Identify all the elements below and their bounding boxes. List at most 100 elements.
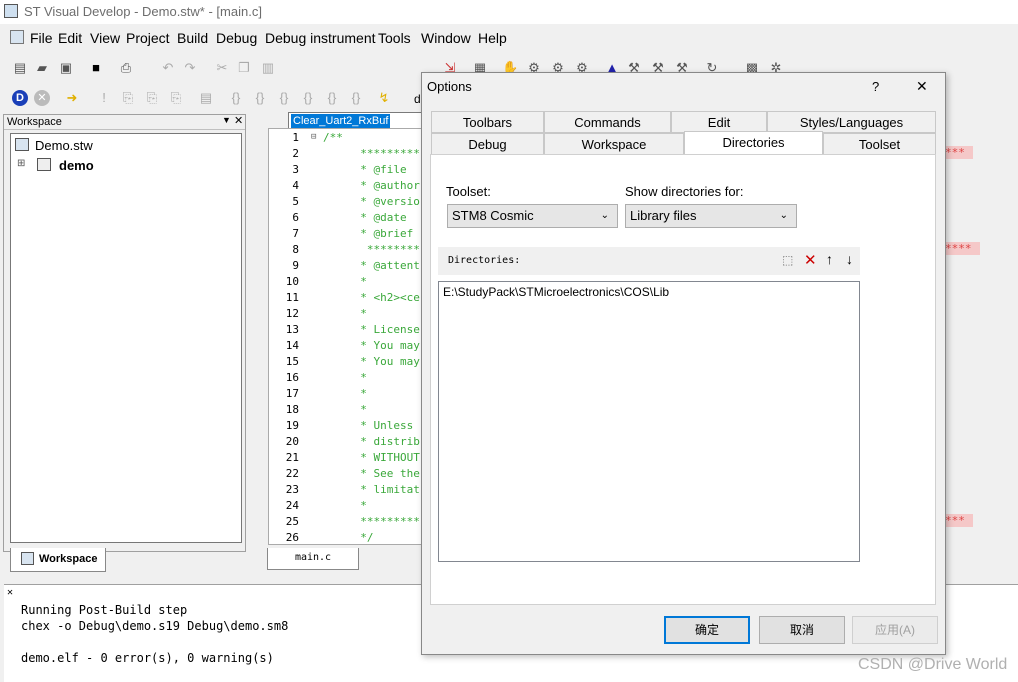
tab-directories[interactable]: Directories xyxy=(684,131,823,155)
line-number: 16 xyxy=(285,371,299,384)
line-number: 4 xyxy=(292,179,299,192)
cut-icon[interactable]: ✂ xyxy=(214,60,230,76)
step-6-icon[interactable]: {} xyxy=(348,90,364,106)
code-line: * xyxy=(347,499,367,512)
disassembly-icon[interactable]: ▤ xyxy=(198,90,214,106)
new-file-icon[interactable]: ▤ xyxy=(12,60,28,76)
fold-icon[interactable]: ⊟ xyxy=(311,132,316,142)
undo-icon[interactable]: ↶ xyxy=(160,60,176,76)
apply-button[interactable]: 应用(A) xyxy=(852,616,938,644)
save-icon[interactable]: ■ xyxy=(88,60,104,76)
code-line: * See the xyxy=(347,467,420,480)
step-1-icon[interactable]: {} xyxy=(228,90,244,106)
dialog-title: Options xyxy=(427,79,472,94)
print-icon[interactable]: ⎙ xyxy=(118,60,134,76)
delete-icon[interactable]: ✕ xyxy=(804,251,817,269)
go-icon[interactable]: ↯ xyxy=(376,90,392,106)
line-number: 9 xyxy=(292,259,299,272)
code-line: * xyxy=(347,371,367,384)
toolset-select[interactable]: STM8 Cosmic ⌄ xyxy=(447,204,618,228)
redo-icon[interactable]: ↷ xyxy=(182,60,198,76)
menu-build[interactable]: Build xyxy=(177,30,208,46)
menu-help[interactable]: Help xyxy=(478,30,507,46)
paste-icon[interactable]: ▥ xyxy=(260,60,276,76)
workspace-tree: Demo.stw ⊞ demo xyxy=(10,133,242,543)
expand-icon[interactable]: ⊞ xyxy=(17,158,25,169)
code-line: * You may xyxy=(347,355,420,368)
tree-root-label[interactable]: Demo.stw xyxy=(35,138,93,153)
step-into-icon[interactable]: ⎘ xyxy=(120,90,136,106)
code-line: ********* xyxy=(347,515,420,528)
menu-view[interactable]: View xyxy=(90,30,120,46)
tab-edit[interactable]: Edit xyxy=(671,111,767,133)
code-line: * xyxy=(347,275,367,288)
tab-commands[interactable]: Commands xyxy=(544,111,671,133)
new-workspace-icon[interactable]: ▣ xyxy=(58,60,74,76)
show-directories-value: Library files xyxy=(630,208,697,223)
tab-toolset[interactable]: Toolset xyxy=(823,133,936,155)
code-line: * WITHOUT xyxy=(347,451,420,464)
move-up-icon[interactable]: ↑ xyxy=(826,251,833,267)
cancel-button[interactable]: 取消 xyxy=(759,616,845,644)
step-out-icon[interactable]: ⎘ xyxy=(168,90,184,106)
toolbar-truncated-label: d xyxy=(414,92,421,106)
stop-debug-icon[interactable]: ✕ xyxy=(34,90,50,106)
code-editor[interactable]: 1/** 2 ********* 3 * @file 4 * @author 5 * @… xyxy=(268,128,428,545)
code-line: /** xyxy=(323,131,343,144)
step-2-icon[interactable]: {} xyxy=(252,90,268,106)
code-line: * distrib xyxy=(347,435,420,448)
tab-main-c[interactable]: main.c xyxy=(267,548,359,570)
line-number: 22 xyxy=(285,467,299,480)
code-line: * xyxy=(347,403,367,416)
tab-toolbars[interactable]: Toolbars xyxy=(431,111,544,133)
copy-icon[interactable]: ❐ xyxy=(236,60,252,76)
close-icon[interactable]: ✕ xyxy=(234,114,243,127)
run-to-cursor-icon[interactable]: ➜ xyxy=(64,90,80,106)
tab-styles-languages[interactable]: Styles/Languages xyxy=(767,111,936,133)
step-5-icon[interactable]: {} xyxy=(324,90,340,106)
code-line: * @file xyxy=(347,163,407,176)
help-button[interactable]: ? xyxy=(872,79,879,94)
code-line: * xyxy=(347,387,367,400)
tree-project-label[interactable]: demo xyxy=(59,158,94,173)
menu-window[interactable]: Window xyxy=(421,30,471,46)
code-stars-2: **** xyxy=(945,242,980,255)
menu-edit[interactable]: Edit xyxy=(58,30,82,46)
directories-list[interactable]: E:\StudyPack\STMicroelectronics\COS\Lib xyxy=(438,281,860,562)
directory-item[interactable]: E:\StudyPack\STMicroelectronics\COS\Lib xyxy=(443,285,669,299)
show-directories-label: Show directories for: xyxy=(625,184,744,199)
directories-header: Directories: ⬚ ✕ ↑ ↓ xyxy=(438,247,860,275)
open-folder-icon[interactable]: ▰ xyxy=(34,60,50,76)
tab-debug[interactable]: Debug xyxy=(431,133,544,155)
show-directories-select[interactable]: Library files ⌄ xyxy=(625,204,797,228)
code-line: * @brief xyxy=(347,227,414,240)
step-over-icon[interactable]: ⎘ xyxy=(144,90,160,106)
ok-button[interactable]: 确定 xyxy=(664,616,750,644)
line-number: 2 xyxy=(292,147,299,160)
menu-tools[interactable]: Tools xyxy=(378,30,411,46)
code-stars-1: *** xyxy=(945,146,973,159)
document-icon[interactable] xyxy=(10,30,24,44)
line-number: 25 xyxy=(285,515,299,528)
line-number: 6 xyxy=(292,211,299,224)
step-3-icon[interactable]: {} xyxy=(276,90,292,106)
debug-start-icon[interactable]: D xyxy=(12,90,28,106)
line-number: 24 xyxy=(285,499,299,512)
step-4-icon[interactable]: {} xyxy=(300,90,316,106)
menu-debug[interactable]: Debug xyxy=(216,30,257,46)
close-icon[interactable]: ✕ xyxy=(7,587,13,598)
line-number: 18 xyxy=(285,403,299,416)
tab-workspace-options[interactable]: Workspace xyxy=(544,133,684,155)
chevron-down-icon[interactable]: ▼ xyxy=(222,115,231,125)
menu-debug-instrument[interactable]: Debug instrument xyxy=(265,30,376,46)
close-button[interactable]: ✕ xyxy=(916,78,928,95)
tab-row-front: Debug Workspace Directories Toolset xyxy=(431,131,936,155)
line-number: 1 xyxy=(292,131,299,144)
menu-project[interactable]: Project xyxy=(126,30,170,46)
tab-workspace[interactable]: Workspace xyxy=(10,548,106,572)
menu-file[interactable]: File xyxy=(30,30,53,46)
break-icon[interactable]: ! xyxy=(96,90,112,106)
line-number: 26 xyxy=(285,531,299,544)
move-down-icon[interactable]: ↓ xyxy=(846,251,853,267)
new-folder-icon[interactable]: ⬚ xyxy=(782,253,793,267)
